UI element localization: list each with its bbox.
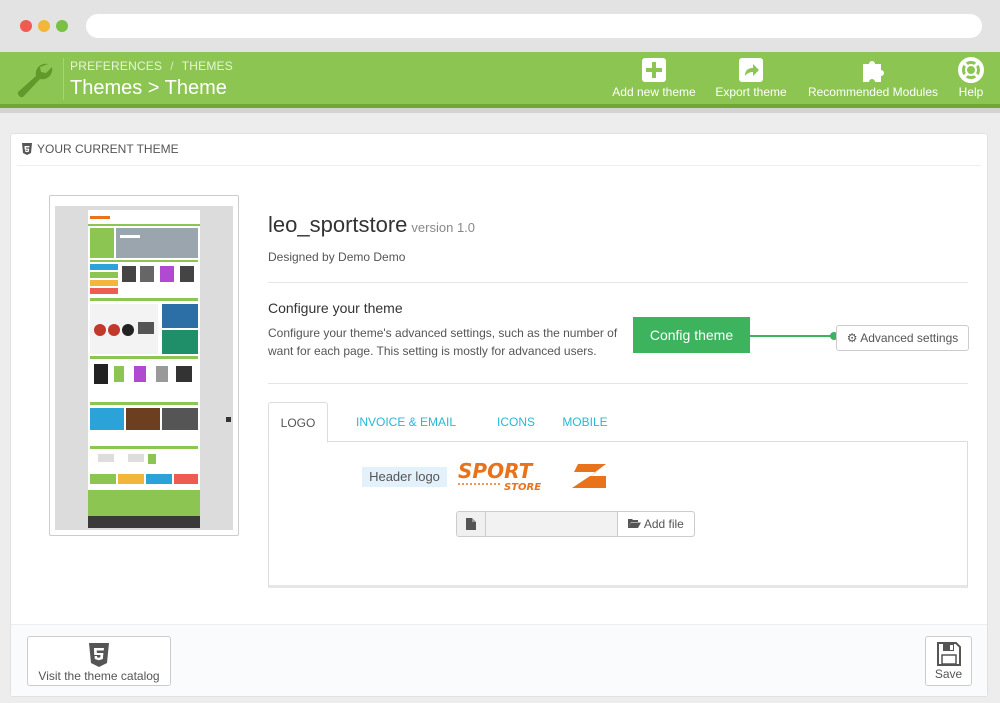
browser-chrome: [0, 0, 1000, 52]
breadcrumb-preferences[interactable]: PREFERENCES: [70, 59, 162, 73]
callout-arrow: [750, 335, 836, 337]
tab-mobile[interactable]: MOBILE: [556, 402, 614, 443]
add-file-button[interactable]: Add file: [617, 512, 694, 536]
lifebuoy-icon: [958, 57, 984, 83]
plus-square-icon: [642, 58, 666, 82]
theme-tabs: LOGO INVOICE & EMAIL LOGOS ICONS MOBILE: [268, 402, 968, 469]
cog-icon: ⚙: [846, 331, 858, 345]
logo-file-upload: Add file: [456, 511, 695, 537]
theme-screenshot-thumbnail: [88, 210, 200, 528]
svg-text:STORE: STORE: [504, 482, 541, 492]
wrench-icon: [17, 63, 53, 98]
floppy-disk-icon: [936, 642, 961, 666]
help-button[interactable]: Help: [955, 57, 987, 101]
svg-text:SPORT: SPORT: [458, 460, 534, 483]
window-maximize-button[interactable]: [56, 20, 68, 32]
html5-icon: [22, 143, 32, 155]
theme-author: Designed by Demo Demo: [268, 250, 406, 264]
current-theme-panel: YOUR CURRENT THEME leo_sportstore versio…: [10, 133, 988, 697]
config-theme-callout: Config theme: [633, 317, 750, 353]
tab-logo[interactable]: LOGO: [268, 402, 328, 443]
theme-name: leo_sportstore version 1.0: [268, 212, 476, 237]
sportstore-logo-image: SPORT STORE: [458, 460, 606, 492]
recommended-modules-button[interactable]: Recommended Modules: [804, 57, 942, 101]
file-name-input[interactable]: [486, 512, 617, 536]
header-logo-label: Header logo: [362, 467, 447, 487]
tab-icons[interactable]: ICONS: [490, 402, 542, 443]
theme-version: version 1.0: [411, 220, 476, 235]
page-title: Themes > Theme: [70, 77, 227, 99]
html5-icon: [89, 643, 109, 667]
configure-theme-description: Configure your theme's advanced settings…: [268, 326, 618, 358]
folder-open-icon: [628, 517, 644, 531]
address-bar[interactable]: [86, 14, 982, 38]
logo-tab-content: Header logo SPORT STORE Add file: [268, 441, 968, 588]
add-new-theme-button[interactable]: Add new theme: [610, 57, 698, 101]
save-button[interactable]: Save: [925, 636, 972, 686]
window-close-button[interactable]: [20, 20, 32, 32]
puzzle-icon: [863, 61, 884, 82]
file-icon: [466, 518, 476, 530]
export-theme-button[interactable]: Export theme: [712, 57, 790, 101]
tab-invoice-email-logos[interactable]: INVOICE & EMAIL LOGOS: [334, 402, 478, 469]
advanced-settings-button[interactable]: ⚙ Advanced settings: [836, 325, 969, 351]
window-minimize-button[interactable]: [38, 20, 50, 32]
visit-theme-catalog-button[interactable]: Visit the theme catalog: [27, 636, 171, 686]
panel-footer: Visit the theme catalog Save: [11, 624, 987, 696]
breadcrumb-themes[interactable]: THEMES: [182, 59, 233, 73]
breadcrumb: PREFERENCES / THEMES: [70, 59, 233, 73]
theme-preview-image: [49, 195, 239, 536]
share-icon: [739, 58, 763, 82]
panel-heading: YOUR CURRENT THEME: [21, 142, 179, 156]
configure-theme-title: Configure your theme: [268, 300, 403, 316]
